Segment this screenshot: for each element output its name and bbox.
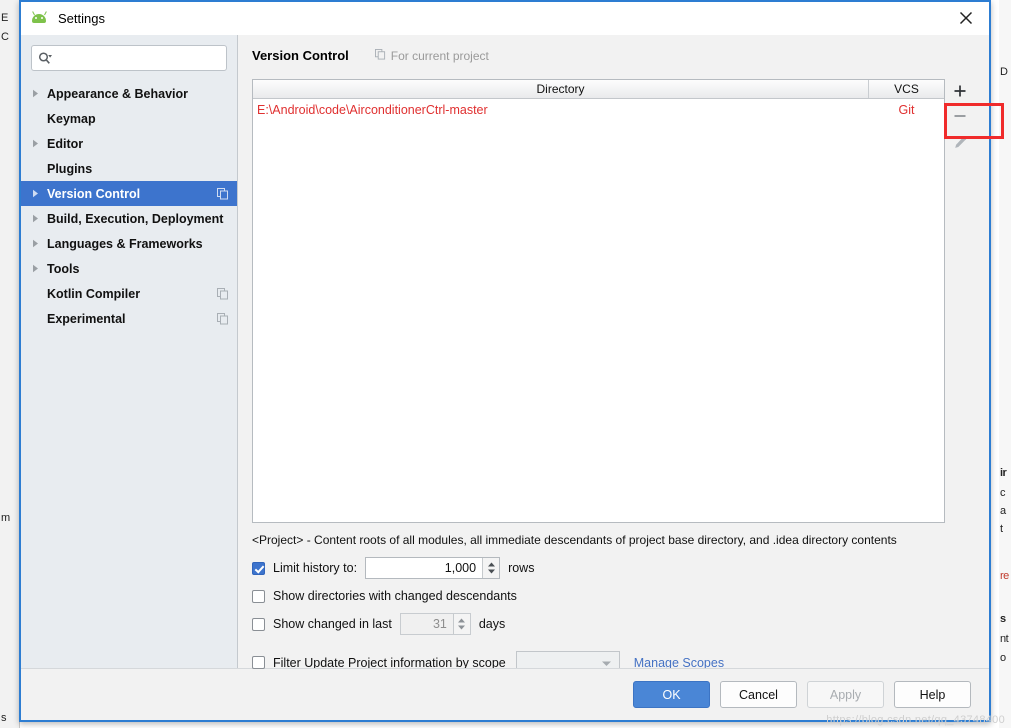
search-icon [38,51,53,65]
table-side-buttons [945,79,975,523]
background-left-fragment: s [1,712,7,724]
background-right-fragment: s [1000,613,1006,625]
content-header: Version Control For current project [252,48,975,70]
close-icon[interactable] [943,2,989,33]
background-right-fragment: c [1000,487,1006,499]
remove-directory-button[interactable] [945,103,975,129]
show-changed-descendants-label: Show directories with changed descendant… [273,589,517,603]
background-right-fragment: re [1000,570,1009,582]
dialog-footer: OK Cancel Apply Help [21,668,989,720]
sidebar-item-kotlin-compiler[interactable]: Kotlin Compiler [21,281,237,306]
chevron-right-icon[interactable] [31,139,47,148]
chevron-right-icon[interactable] [31,214,47,223]
settings-tree: Appearance & Behavior Keymap Editor Plug… [21,79,237,668]
limit-history-checkbox[interactable] [252,561,265,575]
chevron-right-icon[interactable] [31,264,47,273]
sidebar-item-keymap[interactable]: Keymap [21,106,237,131]
scope-indicator: For current project [374,49,489,63]
sidebar-item-version-control[interactable]: Version Control [21,181,237,206]
apply-button: Apply [807,681,884,708]
dialog-titlebar: Settings [21,2,989,35]
show-changed-days-input[interactable] [400,614,453,634]
chevron-right-icon[interactable] [31,189,47,198]
chevron-right-icon[interactable] [31,89,47,98]
table-header-row: Directory VCS [253,80,944,99]
settings-sidebar: Appearance & Behavior Keymap Editor Plug… [21,35,238,668]
settings-content: Version Control For current project Dire… [238,35,1004,674]
search-input[interactable] [57,47,220,69]
sidebar-item-languages-frameworks[interactable]: Languages & Frameworks [21,231,237,256]
background-left-fragment: C [1,31,9,43]
copy-icon [217,287,229,300]
sidebar-item-appearance-behavior[interactable]: Appearance & Behavior [21,81,237,106]
background-right-fragment: ir [1000,467,1007,479]
show-changed-days-suffix: days [478,617,506,631]
sidebar-item-label: Languages & Frameworks [47,236,203,251]
sidebar-item-label: Experimental [47,311,126,326]
table-hint: <Project> - Content roots of all modules… [252,533,897,547]
limit-history-stepper[interactable] [365,557,501,579]
table-row[interactable]: E:\Android\code\AirconditionerCtrl-maste… [253,99,944,121]
filter-by-scope-checkbox[interactable] [252,656,265,669]
cell-vcs: Git [898,103,915,117]
edit-directory-button[interactable] [945,129,975,155]
sidebar-item-label: Editor [47,136,84,151]
sidebar-item-label: Tools [47,261,80,276]
background-right-fragment: o [1000,652,1006,664]
dialog-title: Settings [58,10,105,26]
show-changed-days-stepper[interactable] [399,613,471,635]
copy-icon [217,312,229,325]
android-icon [31,11,49,25]
sidebar-item-editor[interactable]: Editor [21,131,237,156]
show-changed-in-last-label: Show changed in last [273,617,392,631]
copy-icon [374,49,386,63]
sidebar-item-tools[interactable]: Tools [21,256,237,281]
show-changed-descendants-checkbox[interactable] [252,589,265,603]
sidebar-item-label: Version Control [47,186,141,201]
background-right-fragment: a [1000,505,1006,517]
limit-history-suffix: rows [508,561,535,575]
background-right-fragment: nt [1000,633,1009,645]
copy-icon [217,187,229,200]
sidebar-item-label: Kotlin Compiler [47,286,141,301]
cell-directory: E:\Android\code\AirconditionerCtrl-maste… [257,103,488,117]
sidebar-item-label: Plugins [47,161,93,176]
background-left-fragment: E [1,12,8,24]
chevron-right-icon[interactable] [31,239,47,248]
background-left-fragment: m [1,512,10,524]
help-button[interactable]: Help [894,681,971,708]
limit-history-input[interactable] [366,558,483,578]
option-show-changed-descendants: Show directories with changed descendant… [252,589,975,603]
table-body: E:\Android\code\AirconditionerCtrl-maste… [253,99,944,522]
background-right-fragment: t [1000,523,1003,535]
sidebar-item-plugins[interactable]: Plugins [21,156,237,181]
cancel-button[interactable]: Cancel [720,681,797,708]
settings-dialog: Settings Appearance & Behavior Keymap Ed… [19,0,1004,722]
background-right-fragment: D [1000,66,1008,78]
page-title: Version Control [252,48,349,63]
option-show-changed-in-last: Show changed in last days [252,613,975,635]
stepper-arrows[interactable] [482,558,500,578]
show-changed-in-last-checkbox[interactable] [252,617,265,631]
sidebar-item-build-execution-deployment[interactable]: Build, Execution, Deployment [21,206,237,231]
sidebar-item-experimental[interactable]: Experimental [21,306,237,331]
limit-history-label: Limit history to: [273,561,358,575]
sidebar-item-label: Keymap [47,111,96,126]
search-box[interactable] [31,45,227,71]
directories-table: Directory VCS E:\Android\code\Airconditi… [252,79,945,523]
directories-table-area: Directory VCS E:\Android\code\Airconditi… [252,79,1004,523]
sidebar-item-label: Build, Execution, Deployment [47,211,224,226]
column-header-directory[interactable]: Directory [253,80,869,98]
column-header-vcs[interactable]: VCS [869,80,944,98]
scope-label: For current project [390,49,489,63]
search-container [21,41,237,79]
sidebar-item-label: Appearance & Behavior [47,86,189,101]
add-directory-button[interactable] [945,79,975,103]
stepper-arrows[interactable] [452,614,470,634]
option-limit-history: Limit history to: rows [252,557,975,579]
background-left-strip [0,0,20,728]
ok-button[interactable]: OK [633,681,710,708]
